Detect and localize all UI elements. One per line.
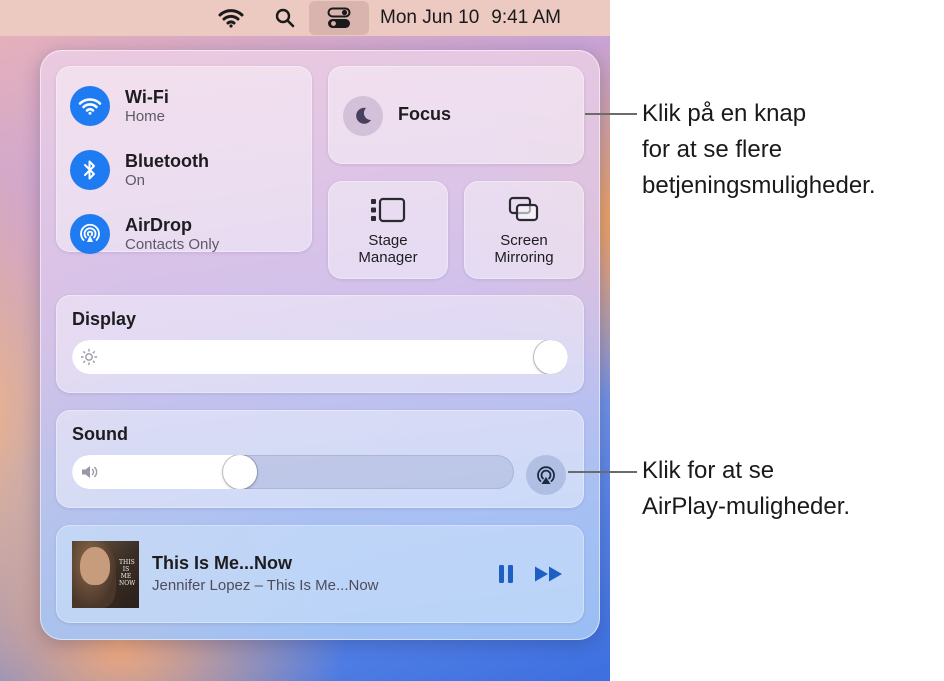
- brightness-slider[interactable]: [72, 340, 568, 374]
- wifi-icon[interactable]: [70, 86, 110, 126]
- menu-bar-clock[interactable]: Mon Jun 10 9:41 AM: [380, 0, 590, 36]
- wifi-control[interactable]: Wi-Fi Home: [70, 84, 169, 128]
- sun-icon: [80, 348, 98, 371]
- moon-icon: [343, 96, 383, 136]
- bluetooth-subtitle: On: [125, 172, 146, 189]
- callout-top-line-1: Klik på en knap: [642, 100, 807, 127]
- brightness-slider-knob[interactable]: [534, 340, 568, 374]
- callout-bottom-line-1: Klik for at se: [642, 457, 775, 484]
- display-title: Display: [72, 309, 137, 329]
- fast-forward-button[interactable]: [532, 561, 566, 587]
- callout-text-top: Klik på en knap for at se flere betjenin…: [642, 96, 876, 204]
- now-playing-module[interactable]: THIS IS ME NOW This Is Me...Now Jennifer Lo…: [56, 525, 584, 623]
- screen-mirroring-label-2: Mirroring: [494, 249, 554, 266]
- fast-forward-icon: [535, 566, 562, 582]
- screen-mirroring-icon: [464, 193, 584, 227]
- callout-top-line-2: for at se flere: [642, 136, 783, 163]
- focus-label: Focus: [398, 104, 452, 124]
- stage-manager-label-1: Stage: [368, 232, 408, 249]
- callout-text-bottom: Klik for at se AirPlay-muligheder.: [642, 453, 850, 525]
- volume-slider-knob[interactable]: [223, 455, 257, 489]
- bluetooth-title: Bluetooth: [125, 151, 209, 171]
- album-artwork[interactable]: THIS IS ME NOW: [72, 541, 139, 608]
- wifi-icon[interactable]: [214, 0, 248, 36]
- control-center-panel: Wi-Fi Home Bluetooth On AirDrop Contacts…: [40, 50, 600, 640]
- album-artwork-text: THIS IS ME NOW: [119, 559, 136, 587]
- airdrop-icon[interactable]: [70, 214, 110, 254]
- control-center-icon[interactable]: [309, 1, 369, 35]
- screen-mirroring-label-1: Screen: [500, 232, 548, 249]
- menu-bar-date: Mon Jun 10: [380, 7, 480, 28]
- screen-mirroring-button[interactable]: Screen Mirroring: [464, 181, 584, 279]
- desktop-wallpaper: Mon Jun 10 9:41 AM Wi-Fi Home Bluetooth …: [0, 0, 610, 681]
- callout-top-line-3: betjeningsmuligheder.: [642, 172, 876, 199]
- wifi-subtitle: Home: [125, 108, 166, 125]
- pause-icon: [499, 565, 513, 583]
- stage-manager-label-2: Manager: [358, 249, 418, 266]
- album-artwork-face: [80, 547, 110, 585]
- airdrop-title: AirDrop: [125, 215, 192, 235]
- focus-button[interactable]: Focus: [328, 66, 584, 164]
- menu-bar-time: 9:41 AM: [491, 7, 562, 28]
- brightness-slider-fill: [72, 340, 568, 374]
- airplay-button[interactable]: [526, 455, 566, 495]
- bluetooth-control[interactable]: Bluetooth On: [70, 148, 209, 192]
- now-playing-subtitle: Jennifer Lopez – This Is Me...Now: [152, 577, 379, 594]
- airdrop-control[interactable]: AirDrop Contacts Only: [70, 212, 219, 256]
- speaker-icon: [80, 463, 100, 486]
- sound-module: Sound: [56, 410, 584, 508]
- airplay-icon: [537, 466, 555, 484]
- pause-button[interactable]: [492, 561, 520, 587]
- callout-bottom-line-2: AirPlay-muligheder.: [642, 493, 851, 520]
- connectivity-module: Wi-Fi Home Bluetooth On AirDrop Contacts…: [56, 66, 312, 254]
- callout-line-top: [585, 113, 637, 115]
- search-icon[interactable]: [270, 0, 300, 36]
- stage-manager-button[interactable]: Stage Manager: [328, 181, 448, 279]
- now-playing-title: This Is Me...Now: [152, 553, 293, 573]
- wifi-title: Wi-Fi: [125, 87, 169, 107]
- sound-title: Sound: [72, 424, 128, 444]
- volume-slider[interactable]: [72, 455, 514, 489]
- stage-manager-icon: [328, 193, 448, 227]
- display-module: Display: [56, 295, 584, 393]
- menu-bar: Mon Jun 10 9:41 AM: [0, 0, 610, 36]
- callout-line-bottom: [568, 471, 637, 473]
- bluetooth-icon[interactable]: [70, 150, 110, 190]
- airdrop-subtitle: Contacts Only: [125, 236, 220, 253]
